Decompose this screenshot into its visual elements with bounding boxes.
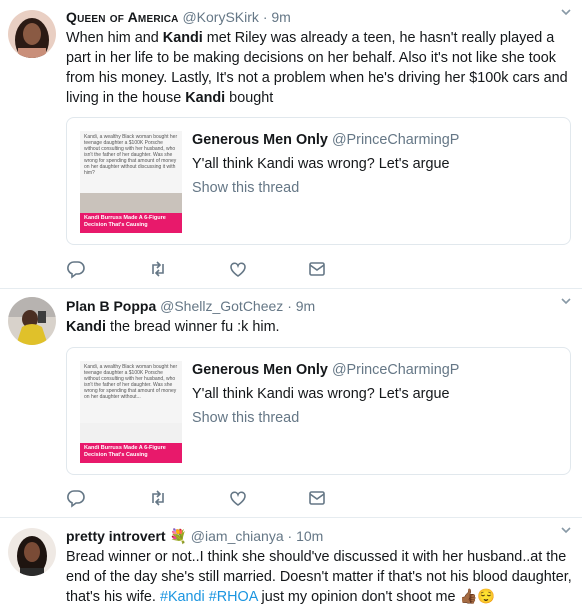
dm-icon[interactable] — [307, 488, 327, 508]
hashtag-link[interactable]: #Kandi — [160, 589, 205, 605]
dm-icon[interactable] — [307, 259, 327, 279]
like-icon[interactable] — [228, 488, 248, 508]
quoted-tweet-text: Y'all think Kandi was wrong? Let's argue — [192, 386, 450, 402]
timestamp[interactable]: 9m — [271, 9, 290, 25]
quoted-tweet[interactable]: Kandi, a wealthy Black woman bought her … — [66, 117, 571, 245]
reply-icon[interactable] — [66, 488, 86, 508]
text-segment: bought — [225, 90, 274, 106]
tweet-actions — [66, 259, 366, 279]
tweet[interactable]: pretty introvert 💐 @iam_chianya · 10m Br… — [0, 518, 582, 605]
show-thread-link[interactable]: Show this thread — [192, 178, 562, 198]
user-handle[interactable]: @Shellz_GotCheez — [160, 298, 283, 314]
text-segment-bold: Kandi — [66, 319, 106, 335]
like-icon[interactable] — [228, 259, 248, 279]
tweet[interactable]: Queen of America @KorySKirk · 9m When hi… — [0, 0, 582, 288]
quoted-display-name: Generous Men Only — [192, 362, 328, 378]
tweet-header: Queen of America @KorySKirk · 9m — [66, 8, 574, 26]
text-segment: When him and — [66, 30, 163, 46]
tweet-text: When him and Kandi met Riley was already… — [66, 28, 574, 108]
separator-dot: · — [287, 528, 293, 544]
user-handle[interactable]: @iam_chianya — [191, 528, 284, 544]
thumbnail-photo — [80, 193, 182, 215]
tweet-text: Bread winner or not..I think she should'… — [66, 547, 574, 607]
bouquet-emoji: 💐 — [169, 528, 187, 544]
quoted-tweet[interactable]: Kandi, a wealthy Black woman bought her … — [66, 347, 571, 475]
user-handle[interactable]: @KorySKirk — [182, 9, 258, 25]
avatar[interactable] — [8, 297, 56, 345]
separator-dot: · — [262, 9, 268, 25]
quoted-display-name: Generous Men Only — [192, 132, 328, 148]
tweet-actions — [66, 488, 366, 508]
hashtag-link[interactable]: #RHOA — [209, 589, 258, 605]
separator-dot: · — [287, 298, 292, 314]
thumbnail-text: Kandi, a wealthy Black woman bought her … — [84, 364, 178, 400]
text-segment: just my opinion don't shoot me — [257, 589, 460, 605]
timestamp[interactable]: 9m — [296, 298, 315, 314]
retweet-icon[interactable] — [148, 259, 168, 279]
text-segment: the bread winner fu :k him. — [105, 319, 280, 335]
tweet-header: pretty introvert 💐 @iam_chianya · 10m — [66, 527, 574, 545]
display-name[interactable]: Plan B Poppa — [66, 298, 156, 314]
tweet-text: Kandi the bread winner fu :k him. — [66, 317, 574, 337]
tweet[interactable]: Plan B Poppa @Shellz_GotCheez · 9m Kandi… — [0, 289, 582, 517]
quoted-user-handle: @PrinceCharmingP — [331, 362, 460, 378]
show-thread-link[interactable]: Show this thread — [192, 408, 562, 428]
avatar[interactable] — [8, 10, 56, 58]
quoted-user-handle: @PrinceCharmingP — [331, 132, 460, 148]
quoted-tweet-thumbnail: Kandi, a wealthy Black woman bought her … — [80, 131, 182, 233]
timestamp[interactable]: 10m — [296, 528, 323, 544]
reply-icon[interactable] — [66, 259, 86, 279]
thumbnail-photo — [80, 423, 182, 445]
thumbnail-banner: Kandi Burruss Made A 6-Figure Decision T… — [80, 213, 182, 233]
text-segment-bold: Kandi — [162, 30, 203, 46]
thumbnail-banner: Kandi Burruss Made A 6-Figure Decision T… — [80, 443, 182, 463]
thumbnail-text: Kandi, a wealthy Black woman bought her … — [84, 134, 178, 176]
quoted-tweet-thumbnail: Kandi, a wealthy Black woman bought her … — [80, 361, 182, 463]
retweet-icon[interactable] — [148, 488, 168, 508]
quoted-tweet-text: Y'all think Kandi was wrong? Let's argue — [192, 156, 450, 172]
text-segment-bold: Kandi — [185, 90, 226, 106]
tweet-header: Plan B Poppa @Shellz_GotCheez · 9m — [66, 297, 574, 315]
display-name[interactable]: Queen of America — [66, 9, 179, 25]
avatar[interactable] — [8, 528, 56, 576]
emoji: 👍🏾😌 — [459, 589, 496, 605]
display-name[interactable]: pretty introvert — [66, 528, 166, 544]
